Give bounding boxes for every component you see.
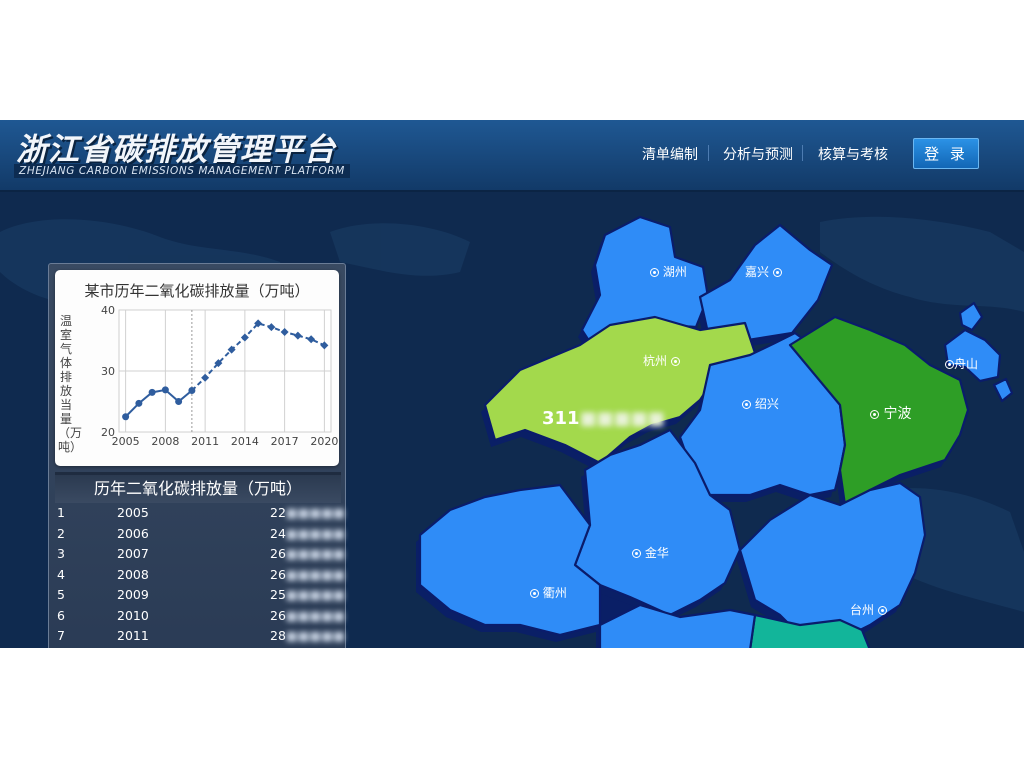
x-tick-label: 2020 [310,435,338,448]
city-label-huzhou: 湖州 [650,263,687,280]
emission-chart-card: 20 30 40 2005 2008 2011 2014 2017 2020 某市历年二氧化碳排… [55,270,339,466]
row-year: 2008 [117,566,149,582]
x-tick-label: 2017 [271,435,299,448]
row-value: 24■■■■■ [270,525,345,541]
data-point [175,398,183,405]
data-point [188,387,196,395]
row-index: 4 [57,566,65,582]
city-label-hangzhou: 杭州 [643,352,680,369]
row-value: 26■■■■■ [270,607,345,623]
chart-title: 某市历年二氧化碳排放量（万吨） [84,282,310,300]
city-label-taizhou: 台州 [850,601,887,618]
row-index: 3 [57,546,65,561]
city-dot-icon [772,268,782,277]
table-row[interactable]: 2 2006 24■■■■■ [55,524,345,545]
row-index: 1 [57,505,65,520]
city-dot-icon [870,410,879,419]
row-year: 2011 [117,628,149,643]
nav-analysis-forecast[interactable]: 分析与预测 [723,144,793,164]
app-window: 浙江省碳排放管理平台 ZHEJIANG CARBON EMISSIONS MAN… [0,120,1024,648]
row-value: 22■■■■■ [270,505,345,520]
region-zhoushan-island [958,301,984,332]
table-row[interactable]: 7 2011 28■■■■■ [55,626,345,647]
hangzhou-emission-value: 311■■■■■ [542,408,665,429]
city-dot-icon [742,400,751,409]
y-tick-label: 40 [101,304,115,317]
row-year: 2007 [117,546,149,561]
city-dot-icon [530,589,539,598]
city-dot-icon [650,268,659,277]
x-tick-label: 2014 [231,435,259,448]
table-body: 1 2005 22■■■■■ 2 2006 24■■■■■ 3 2007 26■■■■■ 4 200… [55,503,345,647]
nav-inventory-compilation[interactable]: 清单编制 [642,144,698,164]
row-value: 26■■■■■ [270,566,345,582]
table-row[interactable]: 4 2008 26■■■■■ [55,565,345,586]
row-year: 2009 [117,587,149,602]
x-tick-label: 2011 [191,435,219,448]
region-zhoushan-island [992,377,1014,403]
city-dot-icon [877,606,887,615]
emission-table: 历年二氧化碳排放量（万吨） 1 2005 22■■■■■ 2 2006 24■■■■■ 3 2… [55,472,345,647]
data-point [148,388,156,396]
data-point [135,399,143,407]
row-year: 2010 [117,607,149,623]
row-value: 28■■■■■ [270,628,345,643]
region-jiaxing[interactable] [698,223,834,342]
x-tick-label: 2008 [151,435,179,448]
login-button[interactable]: 登 录 [913,138,979,169]
city-label-jinhua: 金华 [632,544,669,561]
x-tick-label: 2005 [112,435,140,448]
city-dot-icon [632,549,641,558]
city-dot-icon [670,357,680,366]
y-tick-label: 30 [101,365,115,378]
data-point [161,386,169,394]
city-dot-icon [945,360,954,369]
chart-y-axis-label: 温室气体排放当量（万吨） [58,314,83,454]
row-year: 2006 [117,525,149,541]
zhejiang-map [416,215,1014,648]
row-value: 25■■■■■ [270,587,345,602]
nav-accounting-assessment[interactable]: 核算与考核 [818,144,888,164]
row-value: 26■■■■■ [270,546,345,561]
row-index: 5 [57,587,65,602]
row-index: 6 [57,607,65,623]
row-year: 2005 [117,505,149,520]
city-label-quzhou: 衢州 [530,584,567,601]
row-index: 7 [57,628,65,643]
data-point [122,413,130,421]
nav-divider [708,145,709,161]
top-header: 浙江省碳排放管理平台 ZHEJIANG CARBON EMISSIONS MAN… [0,120,1024,192]
city-label-ningbo: 宁波 [870,403,911,423]
city-label-zhoushan: 舟山 [945,355,978,372]
platform-logo-title: 浙江省碳排放管理平台 [16,132,336,168]
table-row[interactable]: 6 2010 26■■■■■ [55,606,345,627]
table-row[interactable]: 5 2009 25■■■■■ [55,585,345,606]
city-label-jiaxing: 嘉兴 [745,263,782,280]
row-index: 2 [57,525,65,541]
table-title: 历年二氧化碳排放量（万吨） [55,472,341,503]
platform-logo-subtitle: ZHEJIANG CARBON EMISSIONS MANAGEMENT PLA… [14,164,350,178]
city-label-shaoxing: 绍兴 [742,395,779,412]
table-row[interactable]: 3 2007 26■■■■■ [55,544,345,565]
nav-divider [802,145,803,161]
table-row[interactable]: 1 2005 22■■■■■ [55,503,345,524]
emission-panel: 20 30 40 2005 2008 2011 2014 2017 2020 某市历年二氧化碳排… [48,263,346,648]
